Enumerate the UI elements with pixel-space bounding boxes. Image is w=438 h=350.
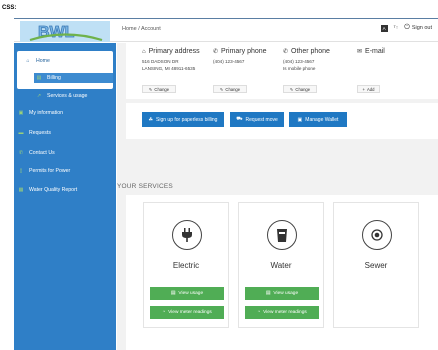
sidebar-item-my-information[interactable]: ▣ My information	[18, 110, 63, 116]
sidebar-item-label: Permits for Power	[29, 168, 71, 174]
service-name: Water	[270, 261, 292, 270]
phone-icon: ✆	[213, 49, 219, 55]
billing-icon: ▤	[36, 75, 42, 81]
address-line-1: 516 DADSON DR	[142, 59, 179, 64]
chart-line-icon: ↗	[36, 93, 42, 99]
primary-phone-heading: Primary phone	[221, 48, 267, 55]
sidebar-item-billing[interactable]: ▤ Billing	[34, 73, 113, 83]
sidebar-item-label: Requests	[29, 130, 51, 136]
view-meter-readings-button[interactable]: ◔ View meter readings	[150, 306, 224, 319]
view-usage-button[interactable]: ▤ View usage	[150, 287, 224, 300]
phone-icon: ✆	[18, 150, 24, 156]
actions-card: ☘ Sign up for paperless billing ⛟ Request …	[126, 103, 438, 139]
sidebar-item-label: Water Quality Report	[29, 187, 78, 193]
pencil-icon: ✎	[219, 86, 224, 92]
header-actions: A ᵀ↑ ⏻ Sign out	[380, 24, 432, 32]
sidebar-item-permits[interactable]: ▯ Permits for Power	[18, 168, 71, 174]
service-name: Electric	[172, 261, 200, 270]
language-icon[interactable]: A	[380, 24, 388, 32]
power-icon: ⏻	[404, 24, 410, 31]
primary-address: ⌂ Primary address 516 DADSON DR LANSING, …	[142, 48, 200, 72]
pencil-icon: ✎	[289, 86, 294, 92]
sign-out-link[interactable]: ⏻ Sign out	[404, 24, 432, 32]
sidebar-item-water-quality[interactable]: ▦ Water Quality Report	[18, 187, 78, 193]
add-email-button[interactable]: + Add	[357, 85, 380, 93]
email: ✉ E-mail	[357, 48, 385, 58]
font-size-icon[interactable]: ᵀ↑	[394, 25, 399, 31]
sidebar-item-home[interactable]: ⌂ Home	[25, 58, 50, 64]
change-address-button[interactable]: ✎ Change	[142, 85, 176, 93]
change-other-phone-button[interactable]: ✎ Change	[283, 85, 317, 93]
service-card-water: Water ▤ View usage ◔ View meter readings	[238, 202, 324, 328]
plug-icon	[172, 220, 202, 250]
gauge-icon: ◔	[162, 310, 166, 315]
id-card-icon: ▣	[18, 110, 24, 116]
mobile-note: Is mobile phone	[283, 66, 316, 71]
sidebar-item-services[interactable]: ↗ Services & usage	[36, 93, 87, 99]
email-heading: E-mail	[365, 48, 385, 55]
view-usage-button[interactable]: ▤ View usage	[245, 287, 319, 300]
leaf-icon: ☘	[148, 116, 154, 123]
manage-wallet-button[interactable]: ▣ Manage Wallet	[289, 112, 347, 127]
services-title: YOUR SERVICES	[117, 183, 173, 190]
sidebar-item-contact-us[interactable]: ✆ Contact Us	[18, 150, 55, 156]
envelope-icon: ✉	[357, 49, 363, 55]
nav-home-panel	[17, 51, 113, 89]
sidebar-item-label: Billing	[47, 75, 61, 81]
grid-icon: ▦	[18, 187, 24, 193]
target-icon	[362, 220, 392, 250]
gauge-icon: ◔	[257, 310, 261, 315]
primary-phone: ✆ Primary phone (404) 123-4567	[213, 48, 267, 65]
sidebar-item-label: My information	[29, 110, 64, 116]
request-move-button[interactable]: ⛟ Request move	[230, 112, 284, 127]
sidebar-item-label: Services & usage	[47, 93, 88, 99]
other-phone-number: (404) 123-4567	[283, 59, 315, 64]
phone-icon: ✆	[283, 49, 289, 55]
sidebar-item-requests[interactable]: ▬ Requests	[18, 130, 51, 136]
wallet-icon: ▣	[297, 116, 303, 123]
sidebar-item-label: Contact Us	[29, 150, 55, 156]
svg-text:BWL: BWL	[38, 24, 75, 41]
truck-icon: ⛟	[236, 116, 243, 122]
service-name: Sewer	[364, 261, 388, 270]
contact-info-card: ⌂ Primary address 516 DADSON DR LANSING, …	[126, 43, 438, 99]
change-primary-phone-button[interactable]: ✎ Change	[213, 85, 247, 93]
address-line-2: LANSING, MI 48911-6535	[142, 66, 196, 71]
pencil-icon: ✎	[148, 86, 153, 92]
home-icon: ⌂	[26, 58, 30, 64]
sidebar-item-label: Home	[36, 58, 50, 64]
primary-phone-number: (404) 123-4567	[213, 59, 245, 64]
other-phone: ✆ Other phone (404) 123-4567 Is mobile ph…	[283, 48, 330, 72]
breadcrumb: Home / Account	[122, 26, 161, 32]
other-phone-heading: Other phone	[291, 48, 330, 55]
css-label: CSS:	[2, 5, 17, 11]
chart-icon: ▤	[265, 291, 271, 296]
home-icon: ⌂	[142, 48, 146, 55]
service-card-electric: Electric ▤ View usage ◔ View meter reading…	[143, 202, 229, 328]
chat-icon: ▬	[18, 130, 24, 136]
bwl-logo: BWL	[20, 21, 110, 42]
document-icon: ▯	[19, 168, 23, 174]
water-icon	[267, 220, 297, 250]
primary-address-heading: Primary address	[148, 48, 200, 55]
sidebar: ⌂ Home ▤ Billing ↗ Services & usage ▣ My…	[14, 43, 116, 350]
chart-icon: ▤	[170, 291, 176, 296]
sign-out-label: Sign out	[411, 25, 432, 31]
service-card-sewer: Sewer	[333, 202, 419, 328]
paperless-billing-button[interactable]: ☘ Sign up for paperless billing	[142, 112, 224, 127]
plus-icon: +	[362, 86, 365, 92]
view-meter-readings-button[interactable]: ◔ View meter readings	[245, 306, 319, 319]
top-bar: BWL Home / Account A ᵀ↑ ⏻ Sign out	[14, 18, 438, 42]
